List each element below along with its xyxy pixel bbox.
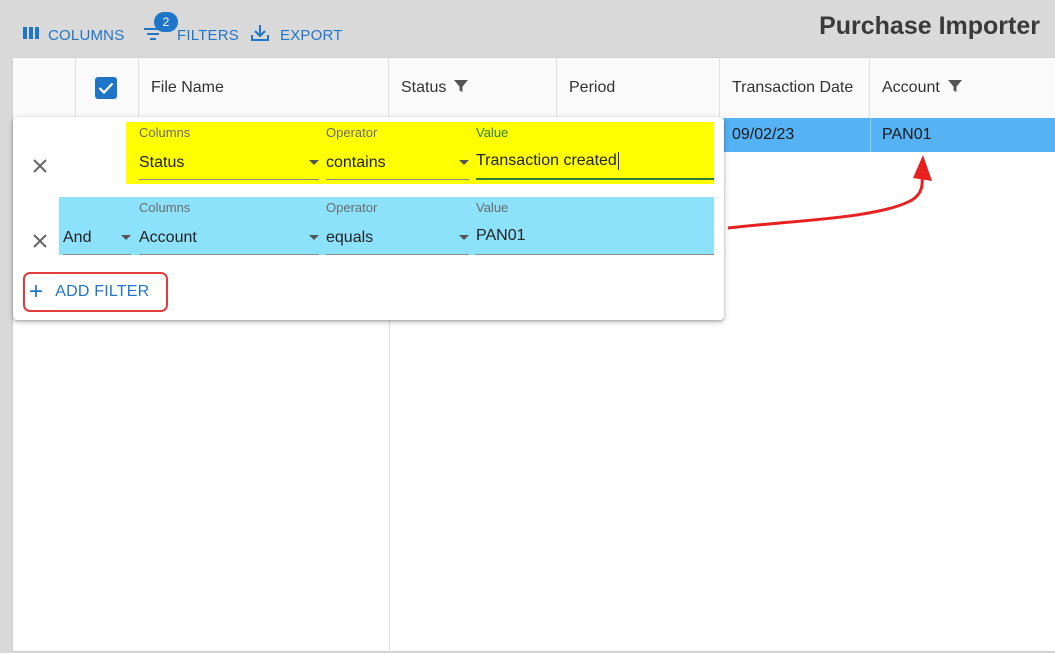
field-label: Operator xyxy=(326,125,378,140)
filter-row: Columns Status Operator contains Value T… xyxy=(13,122,724,192)
field-value: Account xyxy=(139,229,197,246)
field-value: equals xyxy=(326,229,374,246)
value-input[interactable]: Value PAN01 xyxy=(476,197,714,255)
add-filter-button[interactable]: + ADD FILTER xyxy=(23,272,168,312)
row-drag-header xyxy=(13,58,76,118)
filter-count-badge: 2 xyxy=(154,12,178,32)
logic-operator-select[interactable]: And xyxy=(63,197,131,255)
close-icon xyxy=(33,159,47,173)
operator-select[interactable]: Operator equals xyxy=(326,197,469,255)
column-header-label: Account xyxy=(882,79,940,96)
plus-icon: + xyxy=(29,278,44,305)
close-icon xyxy=(33,234,47,248)
field-value: PAN01 xyxy=(476,227,526,244)
field-label: Value xyxy=(476,200,509,215)
grid-toolbar: COLUMNS FILTERS 2 EXPORT Purchase Import… xyxy=(0,0,1055,58)
cell-transaction-date: 09/02/23 xyxy=(732,126,795,143)
select-all-header xyxy=(76,58,139,118)
dropdown-caret-icon xyxy=(459,235,469,240)
filter-row: And Columns Account Operator equals Valu… xyxy=(13,197,724,267)
field-value: Transaction created xyxy=(476,152,619,170)
dropdown-caret-icon xyxy=(309,235,319,240)
columns-select[interactable]: Columns Status xyxy=(139,122,319,180)
column-header-label: File Name xyxy=(151,79,224,96)
dropdown-caret-icon xyxy=(309,160,319,165)
columns-label: COLUMNS xyxy=(48,26,125,44)
column-header-label: Status xyxy=(401,79,447,96)
column-header-period[interactable]: Period xyxy=(557,58,720,118)
remove-filter-button[interactable] xyxy=(31,232,49,250)
dropdown-caret-icon xyxy=(459,160,469,165)
filter-panel: Columns Status Operator contains Value T… xyxy=(13,117,724,320)
column-header-label: Period xyxy=(569,79,616,96)
field-value: Status xyxy=(139,154,185,171)
field-value: And xyxy=(63,229,92,246)
column-header-account[interactable]: Account xyxy=(870,58,1055,118)
export-button[interactable]: EXPORT xyxy=(250,24,343,46)
operator-select[interactable]: Operator contains xyxy=(326,122,469,180)
add-filter-label: ADD FILTER xyxy=(55,283,150,300)
columns-icon xyxy=(22,26,40,44)
column-header-status[interactable]: Status xyxy=(389,58,557,118)
field-label: Columns xyxy=(139,125,191,140)
select-all-checkbox[interactable] xyxy=(95,77,117,99)
column-header-label: Transaction Date xyxy=(732,79,854,96)
field-label: Value xyxy=(476,125,509,140)
download-icon xyxy=(250,24,270,46)
field-label: Operator xyxy=(326,200,378,215)
check-icon xyxy=(98,82,114,94)
filters-label: FILTERS xyxy=(177,26,239,44)
column-header-file-name[interactable]: File Name xyxy=(139,58,389,118)
field-label: Columns xyxy=(139,200,191,215)
grid-header: File Name Status Period Transaction Date… xyxy=(13,58,1055,119)
column-divider xyxy=(870,118,871,152)
export-label: EXPORT xyxy=(280,26,343,44)
field-value: contains xyxy=(326,154,386,171)
value-input[interactable]: Value Transaction created xyxy=(476,122,714,180)
filter-funnel-icon[interactable] xyxy=(454,79,469,98)
column-header-transaction-date[interactable]: Transaction Date xyxy=(720,58,870,118)
remove-filter-button[interactable] xyxy=(31,157,49,175)
columns-select[interactable]: Columns Account xyxy=(139,197,319,255)
columns-button[interactable]: COLUMNS xyxy=(22,24,124,46)
page-title: Purchase Importer xyxy=(819,12,1040,40)
cell-account: PAN01 xyxy=(882,126,932,143)
dropdown-caret-icon xyxy=(121,235,131,240)
filter-funnel-icon[interactable] xyxy=(947,79,962,98)
